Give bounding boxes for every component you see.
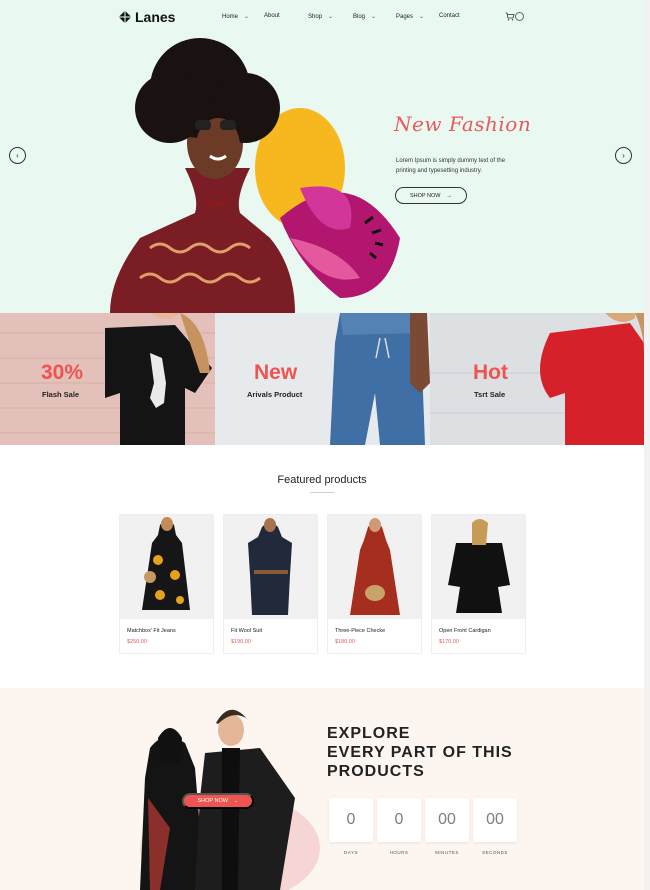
hero-title: New Fashion <box>394 112 532 136</box>
product-image <box>432 515 525 619</box>
arrow-right-icon: → <box>446 192 452 199</box>
slider-next-button[interactable]: › <box>615 147 632 164</box>
featured-products-title: Featured products <box>277 474 367 486</box>
promo-banner-new-arrivals[interactable]: New Arivals Product <box>215 313 430 445</box>
slider-prev-button[interactable]: ‹ <box>9 147 26 164</box>
nav-contact[interactable]: Contact <box>439 13 460 19</box>
product-name[interactable]: Matchbox' Fit Jeans <box>127 628 176 634</box>
chevron-down-icon: ⌄ <box>371 14 377 20</box>
nav-about[interactable]: About <box>264 13 280 19</box>
product-image <box>224 515 317 619</box>
page: Lanes Home ⌄ About Shop ⌄ Blog ⌄ Pages ⌄ Con… <box>0 0 650 890</box>
product-card[interactable]: Three-Piece Checke $180.00 <box>327 514 422 654</box>
explore-heading: EXPLORE EVERY PART OF THIS PRODUCTS <box>327 724 513 781</box>
chevron-left-icon: ‹ <box>16 151 19 160</box>
tshirt-image <box>0 313 215 445</box>
promo-subtitle: Flash Sale <box>42 390 80 399</box>
promo-banner-hot-sale[interactable]: Hot Tsrt Sale <box>430 313 644 445</box>
arrow-right-icon: → <box>232 798 239 804</box>
countdown-minutes: 00 <box>425 798 469 842</box>
hero-slider: Lanes Home ⌄ About Shop ⌄ Blog ⌄ Pages ⌄ Con… <box>0 0 644 313</box>
jeans-image <box>215 313 430 445</box>
explore-section: SHOP NOW → EXPLORE EVERY PART OF THIS PR… <box>0 688 644 890</box>
button-label: SHOP NOW <box>197 798 228 804</box>
user-icon[interactable] <box>515 12 524 21</box>
nav-label: Home <box>222 13 239 20</box>
countdown-hours: 0 <box>377 798 421 842</box>
nav-shop[interactable]: Shop ⌄ <box>308 13 334 21</box>
product-name[interactable]: Fit Wool Suit <box>231 628 262 634</box>
countdown-label: DAYS <box>344 850 358 855</box>
nav-label: Pages <box>396 13 414 20</box>
nav-label: Shop <box>308 13 323 20</box>
product-card[interactable]: Open Front Cardigan $170.00 <box>431 514 526 654</box>
heading-line: EXPLORE <box>327 725 411 742</box>
countdown-label: HOURS <box>389 850 409 855</box>
explore-shop-now-button[interactable]: SHOP NOW → <box>182 793 254 809</box>
nav-label: About <box>264 13 280 19</box>
cart-icon[interactable] <box>505 12 515 21</box>
product-image <box>120 515 213 619</box>
product-price: $190.00 <box>231 639 251 645</box>
product-card[interactable]: Matchbox' Fit Jeans $250.00 <box>119 514 214 654</box>
product-price: $180.00 <box>335 639 355 645</box>
countdown-label: SECONDS <box>482 850 508 855</box>
section-divider <box>310 492 334 493</box>
hero-description: Lorem Ipsum is simply dummy text of the … <box>396 158 506 174</box>
product-name[interactable]: Open Front Cardigan <box>439 628 491 634</box>
product-card[interactable]: Fit Wool Suit $190.00 <box>223 514 318 654</box>
nav-home[interactable]: Home ⌄ <box>222 13 250 21</box>
scrollbar-track[interactable] <box>644 0 650 890</box>
promo-headline: New <box>254 361 298 384</box>
promo-subtitle: Tsrt Sale <box>474 390 506 399</box>
product-price: $170.00 <box>439 639 459 645</box>
hero-model-image <box>110 38 400 313</box>
product-name[interactable]: Three-Piece Checke <box>335 628 385 634</box>
main-nav: Home ⌄ About Shop ⌄ Blog ⌄ Pages ⌄ Contact <box>0 13 644 25</box>
countdown-seconds: 00 <box>473 798 517 842</box>
promo-headline: 30% <box>41 361 84 384</box>
nav-label: Contact <box>439 13 460 19</box>
chevron-right-icon: › <box>622 151 625 160</box>
promo-banner-flash-sale[interactable]: 30% Flash Sale <box>0 313 215 445</box>
chevron-down-icon: ⌄ <box>419 14 425 20</box>
chevron-down-icon: ⌄ <box>244 14 250 20</box>
promo-headline: Hot <box>473 361 508 384</box>
nav-label: Blog <box>353 13 366 20</box>
heading-line: PRODUCTS <box>327 763 425 780</box>
button-label: SHOP NOW <box>410 192 441 199</box>
countdown-days: 0 <box>329 798 373 842</box>
nav-blog[interactable]: Blog ⌄ <box>353 13 377 21</box>
sweater-image <box>430 313 644 445</box>
product-image <box>328 515 421 619</box>
couple-image <box>140 709 320 890</box>
nav-pages[interactable]: Pages ⌄ <box>396 13 425 21</box>
countdown-label: MINUTES <box>435 850 459 855</box>
heading-line: EVERY PART OF THIS <box>327 744 513 761</box>
promo-subtitle: Arivals Product <box>247 390 303 399</box>
hero-shop-now-button[interactable]: SHOP NOW → <box>395 187 467 204</box>
chevron-down-icon: ⌄ <box>328 14 334 20</box>
product-price: $250.00 <box>127 639 147 645</box>
